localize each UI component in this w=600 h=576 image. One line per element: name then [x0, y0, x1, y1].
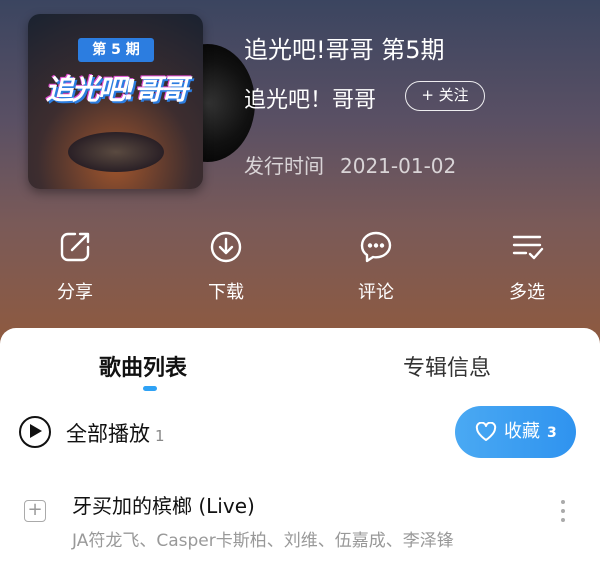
heart-icon — [475, 422, 497, 441]
release-label: 发行时间 — [244, 154, 324, 178]
song-artists: JA符龙飞、Casper卡斯柏、刘维、伍嘉成、李泽锋 — [72, 531, 454, 551]
cover-title: 追光吧!哥哥 — [45, 73, 189, 106]
multi-select-label: 多选 — [509, 282, 545, 303]
download-label: 下载 — [208, 282, 244, 303]
multi-select-button[interactable]: 多选 — [487, 230, 567, 304]
tab-album-info[interactable]: 专辑信息 — [403, 350, 491, 382]
download-button[interactable]: 下载 — [186, 230, 266, 304]
share-icon — [60, 232, 90, 262]
play-all-button[interactable]: 全部播放 1 — [66, 418, 165, 448]
play-all-count: 1 — [155, 427, 165, 445]
add-to-playlist-icon[interactable]: + — [24, 500, 46, 522]
song-title[interactable]: 牙买加的槟榔 (Live) — [72, 490, 255, 519]
download-icon — [210, 231, 242, 263]
release-date: 2021-01-02 — [340, 154, 457, 178]
tab-indicator — [143, 386, 157, 391]
play-all-label: 全部播放 — [66, 422, 150, 446]
song-list-panel: 歌曲列表 专辑信息 全部播放 1 收藏 3 + 牙买加的槟榔 (Live) JA符… — [0, 328, 600, 576]
album-title: 追光吧!哥哥 第5期 — [244, 36, 445, 64]
album-cover[interactable]: 第 5 期 追光吧!哥哥 — [28, 14, 203, 189]
comment-label: 评论 — [358, 282, 394, 303]
album-artist[interactable]: 追光吧！哥哥 — [244, 82, 376, 114]
play-all-icon[interactable] — [19, 416, 51, 448]
share-label: 分享 — [57, 282, 93, 303]
cover-episode-badge: 第 5 期 — [78, 38, 154, 62]
collect-button[interactable]: 收藏 3 — [455, 406, 576, 458]
cover-stage-art — [68, 132, 164, 172]
tab-song-list[interactable]: 歌曲列表 — [99, 350, 187, 382]
release-info: 发行时间 2021-01-02 — [244, 150, 456, 179]
multi-select-icon — [512, 235, 544, 260]
collect-label: 收藏 — [504, 421, 540, 442]
collect-count: 3 — [547, 425, 557, 441]
share-button[interactable]: 分享 — [35, 230, 115, 304]
more-options-icon[interactable] — [553, 500, 573, 526]
follow-button[interactable]: + 关注 — [405, 81, 485, 111]
album-header: 第 5 期 追光吧!哥哥 追光吧!哥哥 第5期 追光吧！哥哥 + 关注 发行时间… — [0, 0, 600, 345]
comment-icon — [360, 231, 392, 263]
comment-button[interactable]: 评论 — [336, 230, 416, 304]
